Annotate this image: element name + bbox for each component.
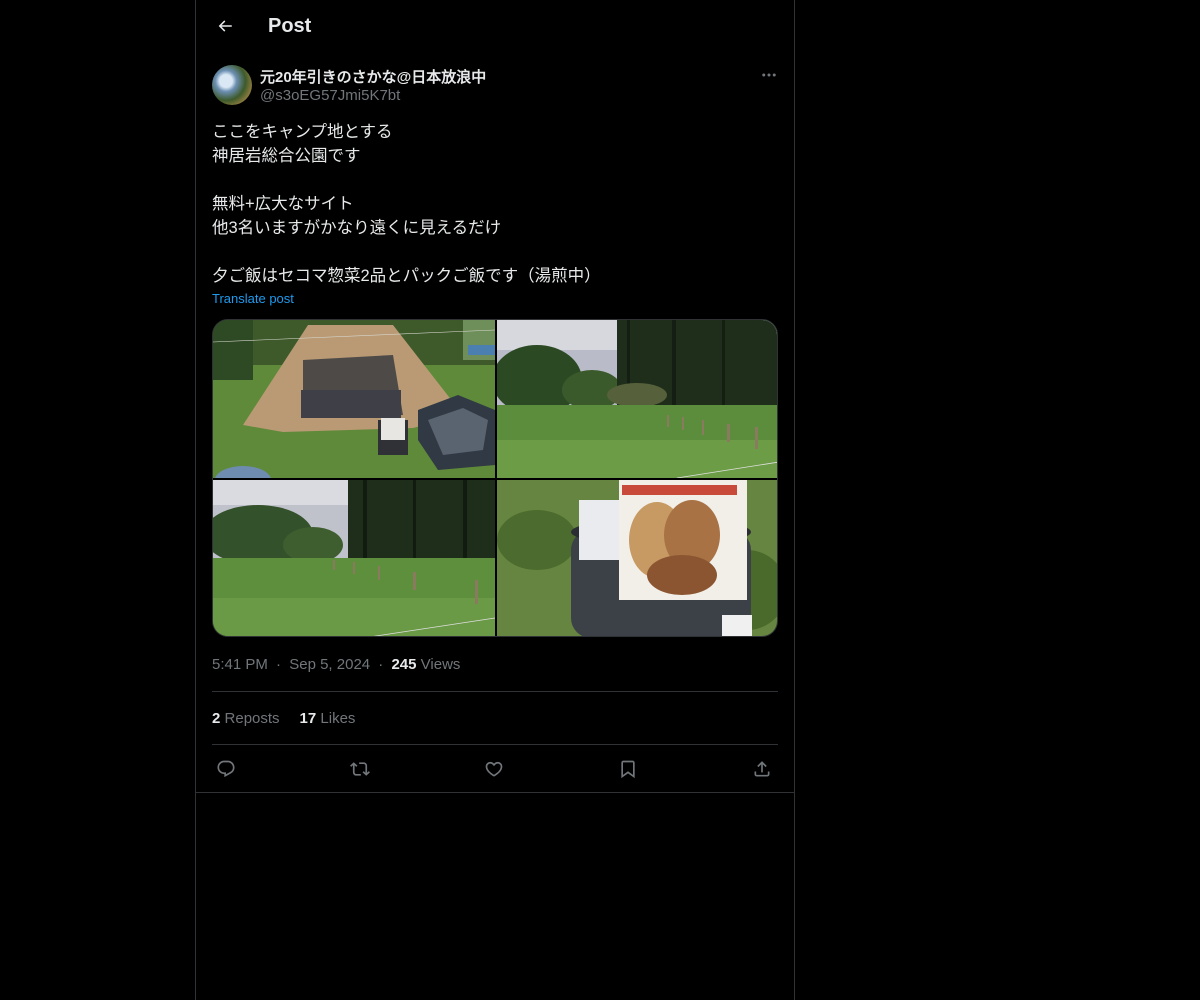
reposts-stat[interactable]: 2 Reposts — [212, 710, 280, 727]
views-count: 245 — [391, 656, 417, 673]
reply-button[interactable] — [212, 755, 240, 783]
bookmark-icon — [621, 760, 635, 779]
post-detail-column: Post 元20年引きのさかな@日本放浪中 @s3oEG57Jmi5K7bt こ… — [195, 0, 795, 1000]
more-options-button[interactable] — [754, 62, 784, 88]
like-icon — [485, 761, 503, 777]
action-bar — [212, 755, 778, 783]
arrow-left-icon — [218, 20, 232, 32]
post-text-line — [212, 240, 778, 264]
post-meta: 5:41 PM · Sep 5, 2024 · 245 Views — [212, 656, 460, 673]
bookmark-button[interactable] — [614, 755, 642, 783]
photo-tent[interactable] — [213, 320, 495, 478]
media-grid — [212, 319, 778, 637]
reposts-label: Reposts — [224, 710, 280, 727]
post-text-line: 無料+広大なサイト — [212, 195, 354, 213]
likes-label: Likes — [320, 710, 356, 727]
repost-icon — [350, 762, 370, 776]
photo-food-pouch[interactable] — [497, 480, 777, 636]
meta-separator: · — [378, 656, 384, 673]
photo-field-trees[interactable] — [497, 320, 777, 478]
reply-icon — [217, 760, 235, 778]
avatar[interactable] — [212, 65, 252, 105]
post-date[interactable]: Sep 5, 2024 — [289, 656, 370, 673]
likes-stat[interactable]: 17 Likes — [300, 710, 356, 727]
post-text-line: 夕ご飯はセコマ惣菜2品とパックご飯です（湯煎中） — [212, 267, 601, 285]
page-header: Post — [196, 0, 794, 54]
share-icon — [754, 761, 770, 777]
post-time[interactable]: 5:41 PM — [212, 656, 268, 673]
more-horizontal-icon — [762, 73, 776, 77]
post-text-line: 神居岩総合公園です — [212, 147, 361, 165]
share-button[interactable] — [748, 755, 776, 783]
post-text-line — [212, 168, 778, 192]
translate-post-link[interactable]: Translate post — [212, 291, 294, 306]
engagement-stats: 2 Reposts 17 Likes — [212, 710, 355, 727]
divider — [196, 792, 794, 793]
like-button[interactable] — [480, 755, 508, 783]
meta-separator: · — [276, 656, 282, 673]
back-button[interactable] — [208, 9, 242, 43]
repost-button[interactable] — [346, 755, 374, 783]
reposts-count: 2 — [212, 710, 221, 727]
author-display-name[interactable]: 元20年引きのさかな@日本放浪中 — [260, 66, 486, 87]
divider — [212, 691, 778, 692]
post-text-line: 他3名いますがかなり遠くに見えるだけ — [212, 219, 502, 237]
photo-campsite-posts[interactable] — [213, 480, 495, 636]
divider — [212, 744, 778, 745]
author-handle[interactable]: @s3oEG57Jmi5K7bt — [260, 87, 400, 104]
page-title: Post — [268, 15, 312, 37]
views-label: Views — [420, 656, 461, 673]
post-text: ここをキャンプ地とする 神居岩総合公園です 無料+広大なサイト 他3名いますがか… — [212, 120, 778, 288]
post-text-line: ここをキャンプ地とする — [212, 123, 393, 141]
likes-count: 17 — [299, 710, 317, 727]
